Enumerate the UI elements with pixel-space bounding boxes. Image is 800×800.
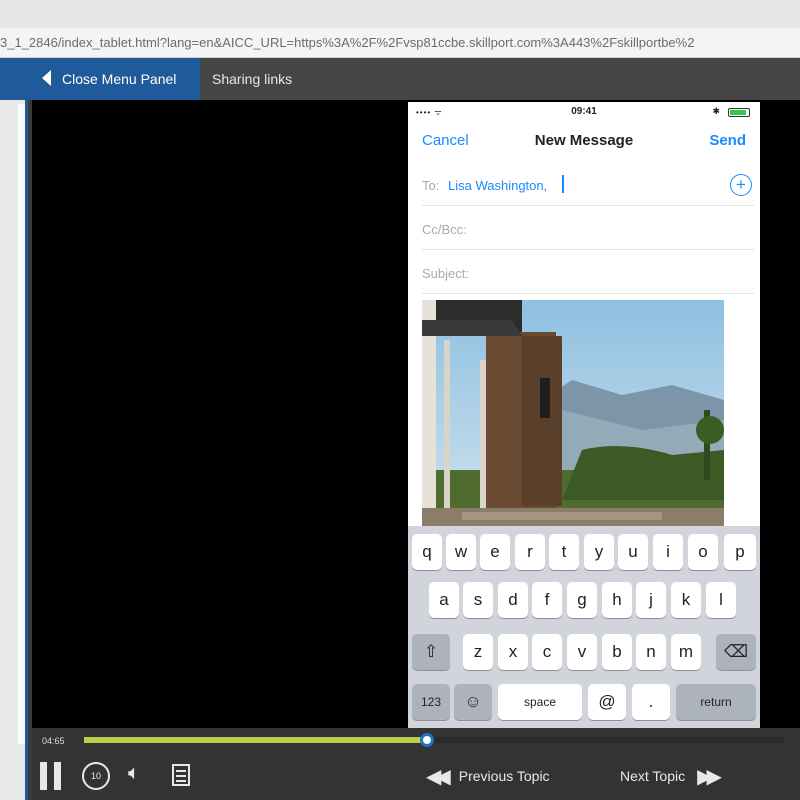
pause-button[interactable] bbox=[40, 762, 62, 790]
key[interactable]: p bbox=[724, 534, 756, 570]
key[interactable]: g bbox=[567, 582, 597, 618]
add-contact-icon[interactable]: + bbox=[730, 174, 752, 196]
previous-topic-button[interactable]: ◀◀ Previous Topic bbox=[426, 764, 550, 788]
menu-side-panel bbox=[0, 100, 28, 800]
key[interactable]: c bbox=[532, 634, 562, 670]
keyboard-row-1: q w e r t y u i o p bbox=[408, 534, 760, 570]
key[interactable]: x bbox=[498, 634, 528, 670]
to-label: To: bbox=[422, 178, 440, 193]
seek-bar-fill bbox=[84, 737, 427, 743]
cc-bcc-field[interactable]: Cc/Bcc: bbox=[422, 210, 754, 250]
next-topic-label: Next Topic bbox=[620, 768, 686, 784]
key[interactable]: j bbox=[636, 582, 666, 618]
key[interactable]: m bbox=[671, 634, 701, 670]
pause-icon-bar bbox=[54, 762, 61, 790]
url-text[interactable]: 3_1_2846/index_tablet.html?lang=en&AICC_… bbox=[0, 35, 694, 50]
compose-nav-bar: Cancel New Message Send bbox=[408, 126, 760, 158]
numbers-key[interactable]: 123 bbox=[412, 684, 450, 720]
sharing-links-tab[interactable]: Sharing links bbox=[212, 58, 292, 100]
battery-icon bbox=[728, 108, 750, 117]
player-controls: 10 🔈︎ ◀◀ Previous Topic Next Topic ▶▶ bbox=[32, 752, 800, 800]
key[interactable]: h bbox=[602, 582, 632, 618]
key[interactable]: d bbox=[498, 582, 528, 618]
chevron-left-icon bbox=[42, 70, 51, 86]
keyboard-row-2: a s d f g h j k l bbox=[408, 582, 760, 618]
key[interactable]: r bbox=[515, 534, 545, 570]
to-field[interactable]: To: Lisa Washington, + bbox=[422, 166, 754, 206]
key[interactable]: f bbox=[532, 582, 562, 618]
key[interactable]: i bbox=[653, 534, 683, 570]
fast-forward-icon: ▶▶ bbox=[697, 765, 722, 788]
onscreen-keyboard: q w e r t y u i o p a s d f g h j k l ⇧ … bbox=[408, 526, 760, 728]
compose-title: New Message bbox=[534, 132, 634, 149]
seek-bar[interactable] bbox=[84, 733, 784, 747]
cc-bcc-label: Cc/Bcc: bbox=[422, 222, 467, 237]
key[interactable]: z bbox=[463, 634, 493, 670]
seek-thumb[interactable] bbox=[420, 733, 434, 747]
key[interactable]: q bbox=[412, 534, 442, 570]
next-topic-button[interactable]: Next Topic ▶▶ bbox=[620, 764, 722, 788]
close-menu-panel-label: Close Menu Panel bbox=[62, 71, 177, 87]
key[interactable]: s bbox=[463, 582, 493, 618]
transcript-icon[interactable] bbox=[172, 764, 190, 786]
key[interactable]: w bbox=[446, 534, 476, 570]
space-key[interactable]: space bbox=[498, 684, 582, 720]
app-header: Close Menu Panel Sharing links bbox=[0, 58, 800, 100]
emoji-key-icon[interactable]: ☺ bbox=[454, 684, 492, 720]
bluetooth-icon: ✱ bbox=[712, 106, 720, 116]
key[interactable]: e bbox=[480, 534, 510, 570]
rewind-icon: ◀◀ bbox=[426, 765, 451, 788]
status-time: 09:41 bbox=[571, 106, 597, 117]
key[interactable]: n bbox=[636, 634, 666, 670]
phone-mail-compose-screen: •••• ᯤ 09:41 ✱ Cancel New Message Send T… bbox=[408, 102, 760, 728]
key[interactable]: v bbox=[567, 634, 597, 670]
key[interactable]: t bbox=[549, 534, 579, 570]
text-caret bbox=[562, 175, 564, 193]
subject-field[interactable]: Subject: bbox=[422, 254, 754, 294]
address-bar[interactable]: 3_1_2846/index_tablet.html?lang=en&AICC_… bbox=[0, 28, 800, 58]
key[interactable]: k bbox=[671, 582, 701, 618]
replay-10-icon[interactable]: 10 bbox=[82, 762, 110, 790]
elapsed-time: 04:65 bbox=[42, 736, 65, 746]
backspace-key-icon[interactable]: ⌫ bbox=[716, 634, 756, 670]
phone-status-bar: •••• ᯤ 09:41 ✱ bbox=[408, 102, 760, 122]
pause-icon bbox=[40, 762, 47, 790]
previous-topic-label: Previous Topic bbox=[458, 768, 550, 784]
attached-photo bbox=[422, 300, 724, 526]
key[interactable]: a bbox=[429, 582, 459, 618]
keyboard-row-3: ⇧ z x c v b n m ⌫ bbox=[408, 634, 760, 670]
to-recipient: Lisa Washington, bbox=[448, 178, 548, 193]
keyboard-row-4: 123 ☺ space @ . return bbox=[408, 684, 760, 720]
key[interactable]: b bbox=[602, 634, 632, 670]
key[interactable]: u bbox=[618, 534, 648, 570]
browser-tabstrip bbox=[0, 0, 800, 28]
key[interactable]: o bbox=[688, 534, 718, 570]
shift-key-icon[interactable]: ⇧ bbox=[412, 634, 450, 670]
volume-icon[interactable]: 🔈︎ bbox=[128, 762, 140, 785]
return-key[interactable]: return bbox=[676, 684, 756, 720]
seek-bar-area: 04:65 bbox=[32, 728, 800, 752]
side-panel-scrollbar[interactable] bbox=[18, 104, 25, 744]
dot-key[interactable]: . bbox=[632, 684, 670, 720]
key[interactable]: y bbox=[584, 534, 614, 570]
key[interactable]: l bbox=[706, 582, 736, 618]
at-key[interactable]: @ bbox=[588, 684, 626, 720]
subject-label: Subject: bbox=[422, 266, 469, 281]
send-button[interactable]: Send bbox=[709, 132, 746, 149]
close-menu-panel-button[interactable]: Close Menu Panel bbox=[0, 58, 200, 100]
